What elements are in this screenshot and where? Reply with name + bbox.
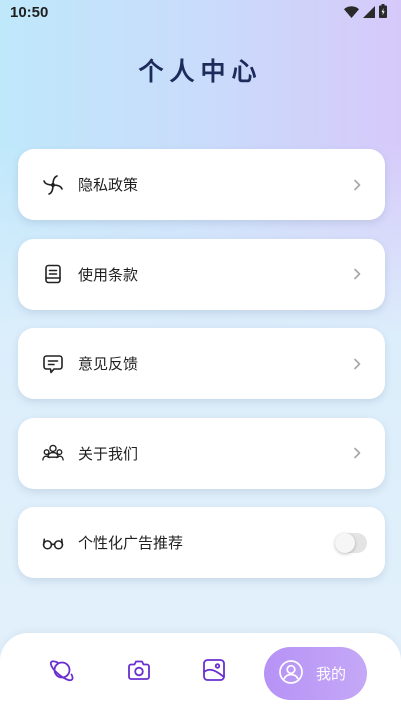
glasses-icon	[42, 532, 64, 554]
wifi-icon	[344, 3, 359, 22]
chevron-right-icon	[351, 268, 363, 280]
status-bar: 10:50	[0, 0, 401, 24]
menu-item-label: 关于我们	[78, 444, 139, 463]
battery-icon	[379, 3, 387, 22]
signal-icon	[363, 3, 375, 22]
chevron-right-icon	[351, 179, 363, 191]
menu-item-terms-of-use[interactable]: 使用条款	[18, 238, 385, 310]
chevron-right-icon	[351, 447, 363, 459]
tab-mine-label: 我的	[316, 665, 347, 683]
menu-item-label: 隐私政策	[78, 176, 139, 194]
menu-item-privacy-policy[interactable]: 隐私政策	[18, 149, 385, 220]
user-icon	[278, 659, 304, 689]
menu-item-about-us[interactable]: 关于我们	[18, 417, 385, 489]
personalized-ads-toggle[interactable]	[335, 532, 367, 553]
tab-planet[interactable]	[45, 655, 79, 689]
menu-item-personalized-ads: 个性化广告推荐	[18, 507, 385, 578]
menu-item-label: 意见反馈	[78, 355, 139, 373]
status-time: 10:50	[10, 3, 49, 21]
tab-camera[interactable]	[122, 655, 156, 689]
pinwheel-icon	[42, 174, 64, 196]
page-title: 个人中心	[138, 57, 263, 86]
bottom-tab-bar: 我的	[0, 633, 401, 711]
status-icons	[344, 3, 387, 22]
tab-mine[interactable]: 我的	[264, 647, 367, 700]
camera-icon	[126, 657, 152, 687]
users-icon	[42, 442, 64, 464]
photo-icon	[201, 657, 227, 687]
settings-menu: 隐私政策 使用条款 意见反馈 关于我们 个性化广告推荐	[18, 149, 385, 597]
menu-item-label: 个性化广告推荐	[78, 534, 184, 552]
chat-bubble-icon	[42, 353, 64, 375]
chevron-right-icon	[351, 358, 363, 370]
menu-item-feedback[interactable]: 意见反馈	[18, 328, 385, 399]
toggle-knob	[335, 532, 355, 553]
planet-icon	[49, 657, 75, 687]
tab-photo[interactable]	[197, 655, 231, 689]
document-icon	[42, 263, 64, 285]
menu-item-label: 使用条款	[78, 265, 139, 284]
